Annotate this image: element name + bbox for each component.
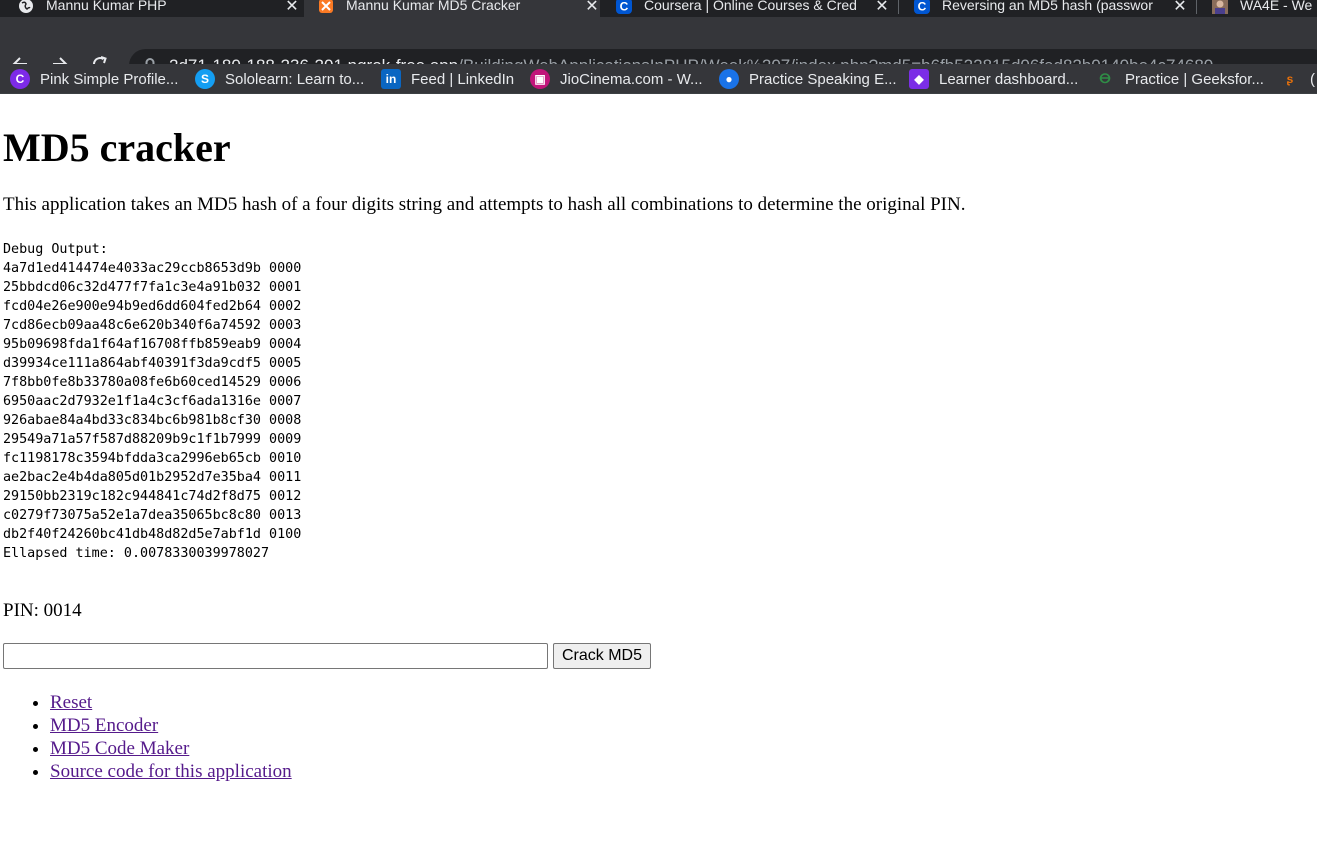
bookmark-item[interactable]: ⴱ Practice | Geeksfor...: [1095, 67, 1264, 91]
debug-line: 7f8bb0fe8b33780a08fe6b60ced14529 0006: [3, 375, 302, 390]
practice-speaking-icon: ●: [719, 69, 739, 89]
tab-wa4e[interactable]: WA4E - We: [1212, 0, 1317, 17]
elapsed-time: Ellapsed time: 0.0078330039978027: [3, 546, 270, 561]
bookmark-label: JioCinema.com - W...: [560, 70, 703, 88]
bookmark-label: Pink Simple Profile...: [40, 70, 179, 88]
bookmark-item[interactable]: in Feed | LinkedIn: [381, 67, 514, 91]
md5-encoder-link[interactable]: MD5 Encoder: [50, 715, 158, 736]
debug-line: 926abae84a4bd33c834bc6b981b8cf30 0008: [3, 413, 302, 428]
jiocinema-icon: ▣: [530, 69, 550, 89]
coursera-icon: C: [914, 0, 930, 14]
debug-line: 25bbdcd06c32d477f7fa1c3e4a91b032 0001: [3, 280, 302, 295]
tab-separator: [1196, 0, 1197, 14]
bookmark-label: (: [1310, 70, 1315, 88]
coursera-icon: C: [616, 0, 632, 14]
sololearn-icon: S: [195, 69, 215, 89]
bookmark-item[interactable]: ● Practice Speaking E...: [719, 67, 897, 91]
debug-line: db2f40f24260bc41db48d82d5e7abf1d 0100: [3, 527, 302, 542]
list-item: MD5 Code Maker: [50, 737, 292, 760]
bookmarks-bar: C Pink Simple Profile... S Sololearn: Le…: [0, 64, 1317, 94]
tab-strip: Mannu Kumar PHP ✕ Mannu Kumar MD5 Cracke…: [0, 0, 1317, 17]
links-list: Reset MD5 Encoder MD5 Code Maker Source …: [13, 691, 292, 783]
debug-line: 95b09698fda1f64af16708ffb859eab9 0004: [3, 337, 302, 352]
close-icon[interactable]: ✕: [584, 0, 600, 16]
avatar-icon: [1212, 0, 1228, 14]
reset-link[interactable]: Reset: [50, 692, 92, 713]
learner-shield-icon: ◆: [909, 69, 929, 89]
debug-line: ae2bac2e4b4da805d01b2952d7e35ba4 0011: [3, 470, 302, 485]
debug-line: 4a7d1ed414474e4033ac29ccb8653d9b 0000: [3, 261, 302, 276]
partial-bookmark-icon: ʂ: [1286, 72, 1294, 86]
debug-line: 7cd86ecb09aa48c6e620b340f6a74592 0003: [3, 318, 302, 333]
debug-line: fcd04e26e900e94b9ed6dd604fed2b64 0002: [3, 299, 302, 314]
page-title: MD5 cracker: [3, 125, 231, 170]
debug-output: Debug Output: 4a7d1ed414474e4033ac29ccb8…: [3, 240, 301, 563]
tab-separator: [898, 0, 899, 14]
pin-result: PIN: 0014: [3, 600, 82, 621]
bookmark-item[interactable]: ▣ JioCinema.com - W...: [530, 67, 703, 91]
tab-md5-cracker[interactable]: Mannu Kumar MD5 Cracker ✕: [304, 0, 600, 17]
debug-line: d39934ce111a864abf40391f3da9cdf5 0005: [3, 356, 302, 371]
bookmark-label: Learner dashboard...: [939, 70, 1079, 88]
debug-line: 29549a71a57f587d88209b9c1f1b7999 0009: [3, 432, 302, 447]
bookmark-label: Practice | Geeksfor...: [1125, 70, 1264, 88]
debug-line: 29150bb2319c182c944841c74d2f8d75 0012: [3, 489, 302, 504]
bookmark-item[interactable]: ʂ (: [1280, 67, 1315, 91]
tab-mannu-kumar-php[interactable]: Mannu Kumar PHP ✕: [18, 0, 300, 17]
tab-reversing-md5[interactable]: C Reversing an MD5 hash (passwor ✕: [914, 0, 1188, 17]
list-item: Reset: [50, 691, 292, 714]
linkedin-icon: in: [381, 69, 401, 89]
list-item: Source code for this application: [50, 760, 292, 783]
crack-md5-button[interactable]: Crack MD5: [553, 643, 652, 669]
tab-title: Coursera | Online Courses & Cred: [644, 0, 857, 13]
tab-title: Reversing an MD5 hash (passwor: [942, 0, 1153, 13]
md5-code-maker-link[interactable]: MD5 Code Maker: [50, 738, 189, 759]
world-icon: [19, 0, 33, 13]
bookmark-label: Sololearn: Learn to...: [225, 70, 365, 88]
tab-title: Mannu Kumar MD5 Cracker: [346, 0, 521, 13]
svg-text:C: C: [918, 0, 927, 13]
debug-line: fc1198178c3594bfdda3ca2996eb65cb 0010: [3, 451, 302, 466]
list-item: MD5 Encoder: [50, 714, 292, 737]
bookmark-item[interactable]: ◆ Learner dashboard...: [909, 67, 1078, 91]
close-icon[interactable]: ✕: [284, 0, 300, 16]
bookmark-label: Practice Speaking E...: [749, 70, 897, 88]
geeksforgeeks-icon: ⴱ: [1099, 71, 1111, 86]
svg-text:C: C: [620, 0, 629, 13]
xampp-icon: [319, 0, 333, 13]
intro-text: This application takes an MD5 hash of a …: [3, 194, 966, 215]
debug-line: 6950aac2d7932e1f1a4c3cf6ada1316e 0007: [3, 394, 302, 409]
close-icon[interactable]: ✕: [1172, 0, 1188, 16]
close-icon[interactable]: ✕: [874, 0, 890, 16]
bookmark-label: Feed | LinkedIn: [411, 70, 515, 88]
debug-line: Debug Output:: [3, 242, 108, 257]
canva-icon: C: [10, 69, 30, 89]
tab-title: WA4E - We: [1240, 0, 1313, 13]
crack-form: Crack MD5: [3, 643, 652, 669]
md5-input[interactable]: [3, 643, 548, 669]
source-code-link[interactable]: Source code for this application: [50, 761, 292, 782]
bookmark-item[interactable]: C Pink Simple Profile...: [10, 67, 178, 91]
tab-coursera[interactable]: C Coursera | Online Courses & Cred ✕: [616, 0, 890, 17]
bookmark-item[interactable]: S Sololearn: Learn to...: [195, 67, 364, 91]
tab-title: Mannu Kumar PHP: [46, 0, 167, 13]
debug-line: c0279f73075a52e1a7dea35065bc8c80 0013: [3, 508, 302, 523]
